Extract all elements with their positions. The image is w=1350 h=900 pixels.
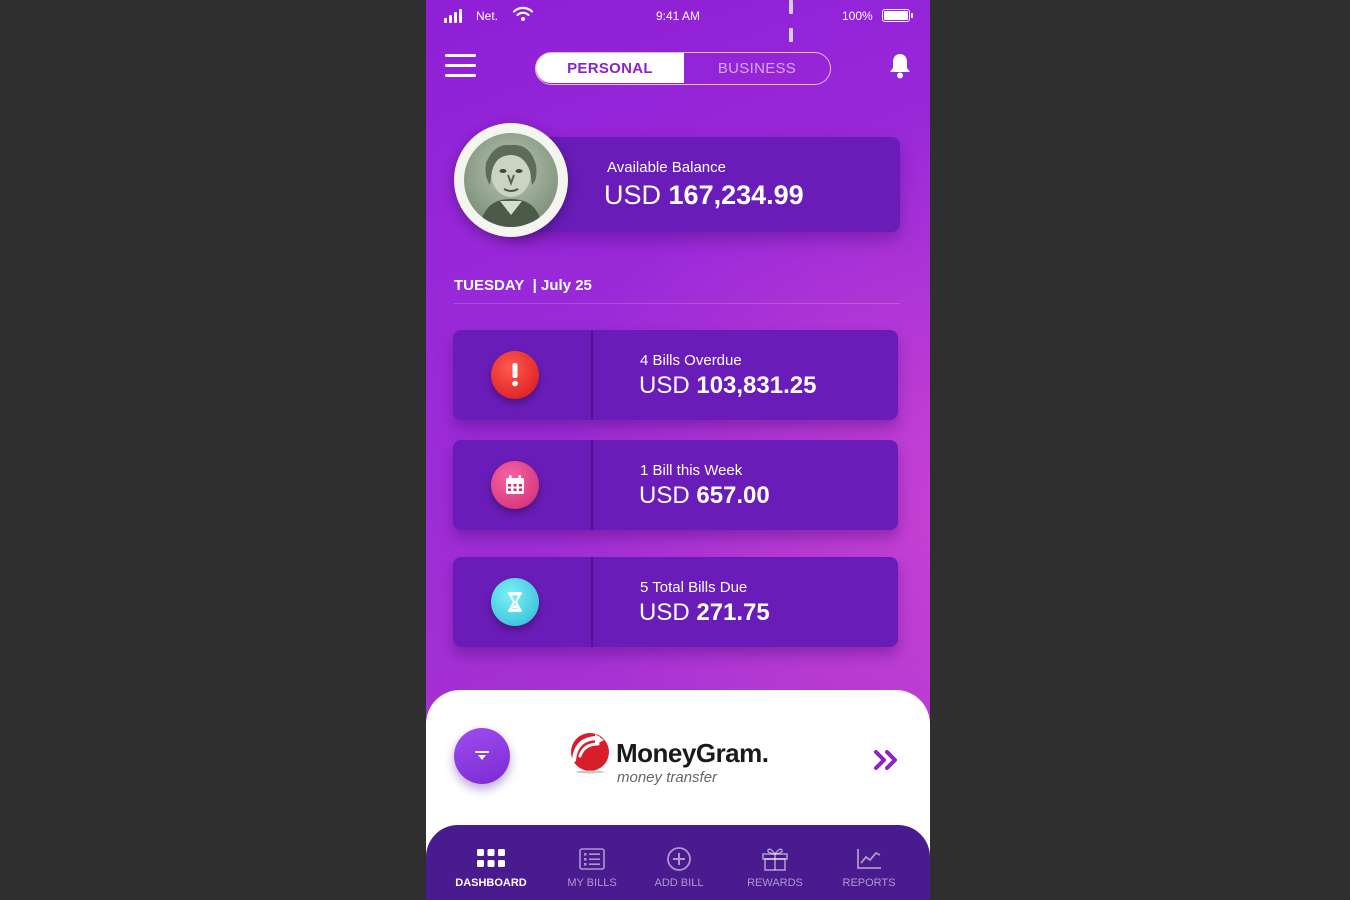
menu-icon[interactable] (445, 54, 476, 78)
nav-label: REWARDS (747, 877, 803, 889)
nav-dashboard[interactable]: DASHBOARD (446, 845, 536, 889)
balance-label: Available Balance (607, 159, 726, 176)
gift-icon (730, 845, 820, 873)
filter-button[interactable] (454, 728, 510, 784)
double-chevron-right-icon[interactable] (873, 746, 901, 774)
balance-currency: USD (604, 180, 662, 210)
status-bar: Net. 9:41 AM 100% (426, 0, 930, 42)
filter-icon (475, 751, 489, 760)
tab-personal[interactable]: PERSONAL (536, 53, 684, 83)
bills-overdue-card[interactable]: 4 Bills Overdue USD 103,831.25 (453, 330, 898, 420)
bills-this-week-card[interactable]: 1 Bill this Week USD 657.00 (453, 440, 898, 530)
nav-label: DASHBOARD (455, 877, 527, 889)
date-value: | July 25 (532, 277, 592, 294)
grid-icon (446, 845, 536, 873)
card-divider (591, 440, 593, 530)
divider (454, 303, 900, 304)
hourglass-icon (491, 578, 539, 626)
bill-label: 4 Bills Overdue (640, 352, 742, 369)
bill-currency: USD (639, 482, 690, 509)
plus-circle-icon (634, 845, 724, 873)
bell-icon[interactable] (888, 52, 912, 80)
nav-add-bill[interactable]: ADD BILL (634, 845, 724, 889)
bill-value: 657.00 (696, 482, 770, 509)
calendar-icon (491, 461, 539, 509)
balance-value: 167,234.99 (668, 180, 804, 210)
nav-reports[interactable]: REPORTS (824, 845, 914, 889)
bill-value: 271.75 (696, 599, 770, 626)
nav-label: ADD BILL (654, 877, 704, 889)
card-divider (591, 330, 593, 420)
promo-brand: MoneyGram. (616, 738, 769, 768)
bill-label: 5 Total Bills Due (640, 579, 748, 596)
moneygram-logo-icon (571, 733, 609, 774)
chart-icon (824, 845, 914, 873)
date-heading: TUESDAY | July 25 (454, 277, 592, 294)
date-day: TUESDAY (454, 277, 525, 294)
balance-amount: USD 167,234.99 (604, 180, 804, 211)
bill-amount: USD 657.00 (639, 482, 770, 510)
phone-screen: Net. 9:41 AM 100% PERSONAL BUSINESS Avai… (426, 0, 930, 900)
banknote-portrait-icon (464, 133, 558, 227)
bill-amount: USD 271.75 (639, 599, 770, 627)
bottom-nav: DASHBOARD MY BILLS ADD BILL REWARDS REPO… (426, 825, 930, 900)
bill-currency: USD (639, 372, 690, 399)
avatar (454, 123, 568, 237)
bill-label: 1 Bill this Week (640, 462, 743, 479)
alert-icon (491, 351, 539, 399)
card-divider (591, 557, 593, 647)
total-bills-due-card[interactable]: 5 Total Bills Due USD 271.75 (453, 557, 898, 647)
notch-marks (789, 0, 793, 44)
nav-label: REPORTS (842, 877, 896, 889)
list-icon (547, 845, 637, 873)
battery-percent: 100% (842, 9, 873, 23)
nav-my-bills[interactable]: MY BILLS (547, 845, 637, 889)
battery-icon (882, 9, 913, 22)
bill-value: 103,831.25 (696, 372, 817, 399)
bill-currency: USD (639, 599, 690, 626)
bill-amount: USD 103,831.25 (639, 372, 816, 400)
nav-rewards[interactable]: REWARDS (730, 845, 820, 889)
promo-tagline: money transfer (617, 769, 718, 786)
nav-label: MY BILLS (567, 877, 617, 889)
account-type-toggle: PERSONAL BUSINESS (535, 52, 831, 85)
tab-business[interactable]: BUSINESS (684, 53, 830, 83)
